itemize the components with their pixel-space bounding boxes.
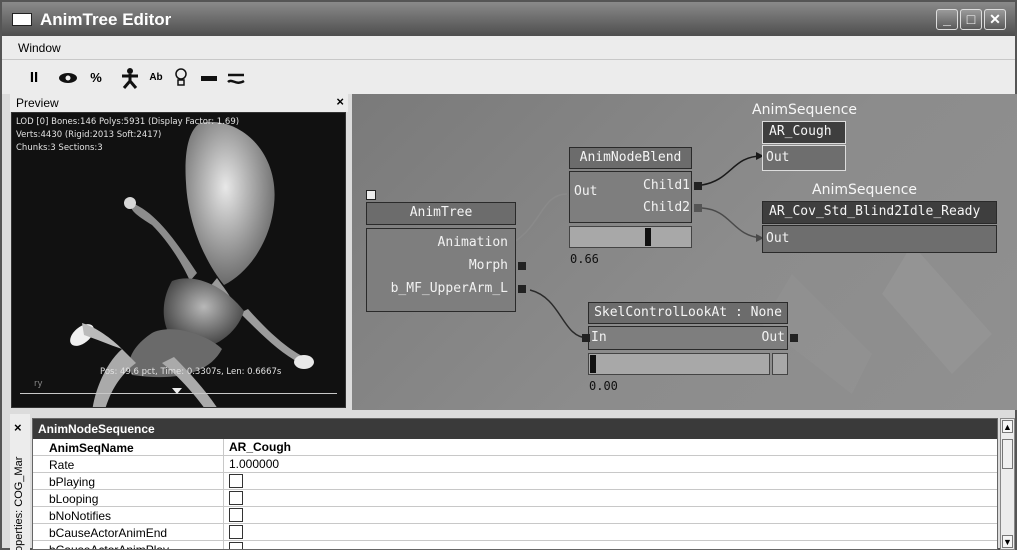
blend-weight-handle[interactable] [645, 228, 651, 246]
property-value[interactable]: 1.000000 [229, 457, 279, 471]
property-value[interactable]: AR_Cough [229, 440, 291, 454]
seq2-title[interactable]: AR_Cov_Std_Blind2Idle_Ready [762, 201, 997, 224]
menu-window[interactable]: Window [18, 41, 61, 55]
minimize-button[interactable]: _ [936, 9, 958, 30]
seq2-body[interactable] [762, 225, 997, 253]
character-model [70, 121, 314, 407]
skel-control-body[interactable] [588, 326, 788, 350]
close-button[interactable]: ✕ [984, 9, 1006, 30]
scroll-thumb[interactable] [1002, 439, 1013, 469]
playback-status: Pos: 49.6 pct, Time: 0.3307s, Len: 0.666… [100, 367, 282, 377]
wave-icon[interactable] [226, 67, 246, 89]
scroll-down-button[interactable]: ▼ [1002, 535, 1013, 548]
bar-icon[interactable] [200, 67, 218, 89]
timeline-marker-icon[interactable] [172, 388, 182, 396]
properties-scrollbar[interactable]: ▲ ▼ [1000, 418, 1015, 550]
preview-stats-line-1: LOD [0] Bones:146 Polys:5931 (Display Fa… [16, 117, 240, 127]
anim-node-blend-title[interactable]: AnimNodeBlend [569, 147, 692, 169]
preview-title: Preview [16, 96, 59, 110]
axis-indicator: ry [34, 379, 43, 389]
property-checkbox[interactable] [229, 491, 243, 505]
anim-tree-editor-window: AnimTree Editor _ □ ✕ Window II % Ab Pre… [0, 0, 1017, 550]
property-row[interactable]: bNoNotifies [33, 507, 997, 524]
preview-close-button[interactable]: × [336, 94, 344, 109]
title-bar[interactable]: AnimTree Editor _ □ ✕ [2, 2, 1015, 36]
properties-header: AnimNodeSequence [33, 419, 997, 439]
seq1-pin-out: Out [766, 150, 790, 165]
blend-child1-connector[interactable] [694, 182, 702, 190]
anim-tree-pin-bone: b_MF_UpperArm_L [390, 281, 508, 296]
properties-side-tab: × Properties: COG_Mar [10, 414, 30, 550]
preview-viewport[interactable]: LOD [0] Bones:146 Polys:5931 (Display Fa… [11, 112, 346, 408]
blend-pin-out: Out [574, 184, 598, 199]
blend-child2-connector[interactable] [694, 204, 702, 212]
property-row[interactable]: bCauseActorAnimPlay [33, 541, 997, 550]
skel-control-title[interactable]: SkelControlLookAt : None [588, 302, 788, 324]
property-checkbox[interactable] [229, 525, 243, 539]
window-title: AnimTree Editor [40, 10, 172, 29]
property-row[interactable]: AnimSeqName AR_Cough [33, 439, 997, 456]
preview-stats-line-3: Chunks:3 Sections:3 [16, 143, 103, 153]
property-name: bCauseActorAnimEnd [49, 526, 168, 540]
property-checkbox[interactable] [229, 474, 243, 488]
property-name: AnimSeqName [49, 441, 134, 455]
property-row[interactable]: bPlaying [33, 473, 997, 490]
anim-tree-toggle[interactable] [366, 190, 376, 200]
anim-tree-node-title[interactable]: AnimTree [366, 202, 516, 225]
skeleton-icon[interactable] [119, 67, 141, 89]
blend-weight-value: 0.66 [570, 252, 599, 266]
properties-panel: AnimNodeSequence AnimSeqName AR_Cough Rate… [32, 418, 998, 550]
property-row[interactable]: Rate 1.000000 [33, 456, 997, 473]
text-ab-icon[interactable]: Ab [148, 67, 164, 89]
maximize-button[interactable]: □ [960, 9, 982, 30]
skel-pin-out: Out [761, 330, 785, 345]
anim-tree-graph-canvas[interactable]: AnimTree Animation Morph b_MF_UpperArm_L… [352, 94, 1017, 410]
property-row[interactable]: bLooping [33, 490, 997, 507]
pause-icon[interactable]: II [26, 67, 42, 89]
property-checkbox[interactable] [229, 542, 243, 549]
property-name: bLooping [49, 492, 99, 506]
skel-pin-in: In [591, 330, 607, 345]
skel-slider-end [772, 353, 788, 375]
eye-icon[interactable] [56, 67, 80, 89]
property-name: bCauseActorAnimPlay [49, 543, 170, 550]
toolbar: II % Ab [2, 60, 1015, 94]
anim-tree-pin-morph: Morph [468, 258, 508, 273]
blend-pin-child2: Child2 [643, 200, 690, 215]
property-checkbox[interactable] [229, 508, 243, 522]
percent-icon[interactable]: % [88, 67, 104, 89]
app-window-icon [12, 13, 32, 26]
properties-side-label: Properties: COG_Mar [13, 456, 25, 550]
anim-tree-pin-animation: Animation [437, 235, 508, 250]
skel-strength-value: 0.00 [589, 379, 618, 393]
property-name: bNoNotifies [49, 509, 112, 523]
seq2-header: AnimSequence [812, 182, 918, 198]
property-row[interactable]: bCauseActorAnimEnd [33, 524, 997, 541]
seq1-title[interactable]: AR_Cough [762, 121, 846, 144]
property-name: Rate [49, 458, 75, 472]
scroll-up-button[interactable]: ▲ [1002, 420, 1013, 433]
skel-out-connector[interactable] [790, 334, 798, 342]
preview-panel-header: Preview × [10, 94, 348, 112]
skel-in-connector[interactable] [582, 334, 590, 342]
anim-tree-bone-connector[interactable] [518, 285, 526, 293]
bulb-icon[interactable] [174, 67, 188, 89]
property-name: bPlaying [49, 475, 96, 489]
skel-strength-handle[interactable] [590, 355, 596, 373]
skel-strength-slider[interactable] [588, 353, 770, 375]
menu-bar: Window [2, 36, 1015, 60]
anim-tree-morph-connector[interactable] [518, 262, 526, 270]
seq1-header: AnimSequence [752, 102, 858, 118]
blend-weight-slider[interactable] [569, 226, 692, 248]
preview-stats-line-2: Verts:4430 (Rigid:2013 Soft:2417) [16, 130, 162, 140]
blend-pin-child1: Child1 [643, 178, 690, 193]
seq2-pin-out: Out [766, 231, 790, 246]
